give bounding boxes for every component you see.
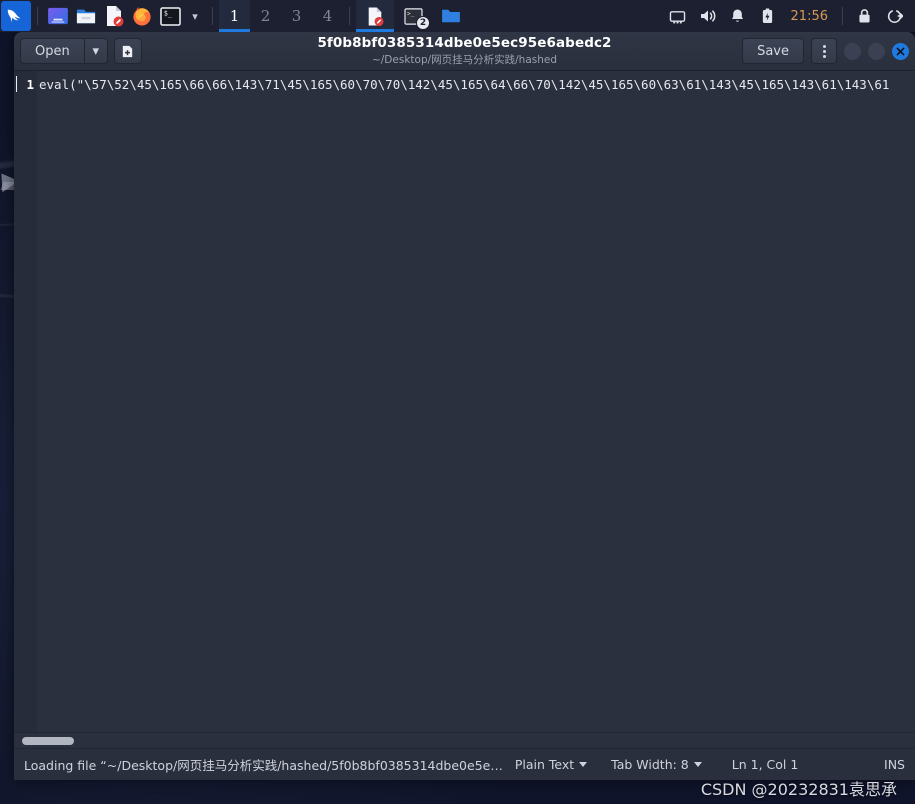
horizontal-scrollbar-thumb[interactable] bbox=[22, 737, 74, 745]
save-button[interactable]: Save bbox=[742, 38, 804, 64]
svg-text:>_: >_ bbox=[407, 10, 415, 17]
battery-icon[interactable] bbox=[753, 1, 783, 31]
window-list: >_ 2 bbox=[356, 0, 470, 32]
loading-status-text: Loading file “~/Desktop/网页挂马分析实践/hashed/… bbox=[24, 758, 503, 773]
open-dropdown-arrow-icon[interactable]: ▾ bbox=[83, 38, 108, 64]
cursor-position: Ln 1, Col 1 bbox=[731, 757, 799, 772]
window-headerbar: Open ▾ 5f0b8bf0385314dbe0e5ec95e6abedc2 … bbox=[14, 32, 915, 71]
line-number-gutter: 1 bbox=[14, 71, 37, 732]
taskbar-window-file-manager[interactable] bbox=[432, 0, 470, 32]
taskbar-divider-2 bbox=[212, 7, 213, 25]
terminal-icon[interactable]: $_ bbox=[156, 2, 184, 30]
svg-text:$_: $_ bbox=[163, 9, 171, 17]
lock-icon[interactable] bbox=[849, 1, 879, 31]
editor-area: 1 eval("\57\52\45\165\66\66\143\71\45\16… bbox=[14, 71, 915, 780]
workspace-4[interactable]: 4 bbox=[312, 0, 343, 32]
volume-icon[interactable] bbox=[693, 1, 723, 31]
headerbar-left-controls: Open ▾ bbox=[20, 38, 142, 64]
language-selector[interactable]: Plain Text bbox=[503, 757, 599, 772]
window-title: 5f0b8bf0385314dbe0e5ec95e6abedc2 bbox=[317, 35, 612, 51]
system-tray: 21:56 bbox=[663, 1, 915, 31]
tray-divider bbox=[842, 7, 843, 25]
window-badge-count: 2 bbox=[416, 16, 430, 30]
firefox-icon[interactable] bbox=[128, 2, 156, 30]
app-purple-icon[interactable] bbox=[44, 2, 72, 30]
kali-dragon-icon[interactable] bbox=[1, 1, 31, 31]
tab-width-label: Tab Width: 8 bbox=[611, 757, 689, 772]
chevron-down-icon bbox=[693, 762, 702, 767]
kebab-dot-2 bbox=[822, 49, 826, 53]
workspace-2[interactable]: 2 bbox=[250, 0, 281, 32]
text-caret bbox=[16, 76, 17, 92]
language-label: Plain Text bbox=[514, 757, 575, 772]
close-button[interactable] bbox=[892, 42, 909, 60]
taskbar-divider-3 bbox=[349, 7, 350, 25]
workspace-1[interactable]: 1 bbox=[219, 0, 250, 32]
tab-width-selector[interactable]: Tab Width: 8 bbox=[599, 757, 714, 772]
kebab-dot-1 bbox=[822, 44, 826, 48]
text-editor-icon[interactable] bbox=[100, 2, 128, 30]
taskbar: $_ ▾ 1 2 3 4 >_ 2 21:56 bbox=[0, 0, 915, 32]
taskbar-window-terminal[interactable]: >_ 2 bbox=[394, 0, 432, 32]
network-icon[interactable] bbox=[663, 1, 693, 31]
taskbar-divider-1 bbox=[37, 7, 38, 25]
new-document-icon[interactable] bbox=[113, 38, 142, 64]
horizontal-scrollbar[interactable] bbox=[14, 732, 915, 748]
workspace-3[interactable]: 3 bbox=[281, 0, 312, 32]
kebab-dot-3 bbox=[822, 54, 826, 58]
chevron-down-icon bbox=[579, 762, 588, 767]
clock[interactable]: 21:56 bbox=[783, 9, 836, 24]
window-subtitle-path: ~/Desktop/网页挂马分析实践/hashed bbox=[371, 54, 558, 66]
editor-body[interactable]: 1 eval("\57\52\45\165\66\66\143\71\45\16… bbox=[14, 71, 915, 732]
code-text[interactable]: eval("\57\52\45\165\66\66\143\71\45\165\… bbox=[37, 71, 915, 732]
file-manager-icon[interactable] bbox=[72, 2, 100, 30]
insert-mode-indicator: INS bbox=[884, 757, 905, 772]
headerbar-right-controls: Save bbox=[742, 38, 909, 64]
more-options-icon[interactable] bbox=[811, 38, 837, 64]
chevron-down-icon[interactable]: ▾ bbox=[184, 2, 206, 30]
watermark: CSDN @20232831袁思承 bbox=[700, 780, 897, 799]
maximize-button[interactable] bbox=[868, 42, 885, 60]
bell-icon[interactable] bbox=[723, 1, 753, 31]
text-editor-window: Open ▾ 5f0b8bf0385314dbe0e5ec95e6abedc2 … bbox=[14, 32, 915, 780]
taskbar-window-text-editor[interactable] bbox=[356, 0, 394, 32]
open-button[interactable]: Open bbox=[20, 38, 84, 64]
minimize-button[interactable] bbox=[844, 42, 861, 60]
workspace-switcher: 1 2 3 4 bbox=[219, 0, 343, 32]
logout-icon[interactable] bbox=[879, 1, 909, 31]
